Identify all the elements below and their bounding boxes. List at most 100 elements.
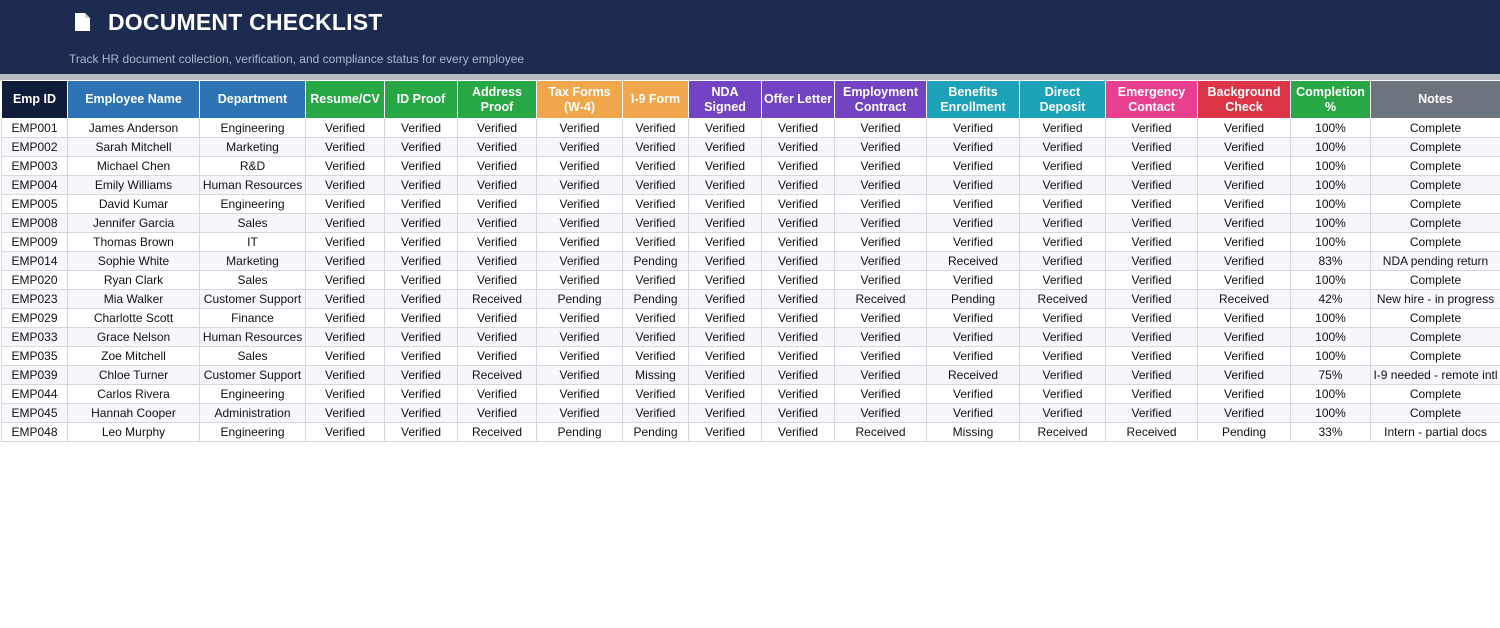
- table-cell[interactable]: Verified: [1105, 308, 1198, 328]
- table-cell[interactable]: Pending: [622, 251, 689, 271]
- table-cell[interactable]: Verified: [1019, 194, 1106, 214]
- table-cell[interactable]: Verified: [536, 270, 623, 290]
- table-cell[interactable]: Verified: [926, 384, 1020, 404]
- table-cell[interactable]: Received: [457, 422, 537, 442]
- table-cell[interactable]: EMP001: [1, 118, 68, 138]
- table-cell[interactable]: Verified: [457, 327, 537, 347]
- table-cell[interactable]: 42%: [1290, 289, 1371, 309]
- table-row[interactable]: EMP029 Charlotte Scott Finance Verified Veri…: [1, 308, 1500, 328]
- table-cell[interactable]: 100%: [1290, 137, 1371, 157]
- table-cell[interactable]: EMP033: [1, 327, 68, 347]
- table-cell[interactable]: Verified: [1019, 175, 1106, 195]
- table-cell[interactable]: Verified: [305, 346, 385, 366]
- table-cell[interactable]: Complete: [1370, 232, 1500, 252]
- table-cell[interactable]: Zoe Mitchell: [67, 346, 200, 366]
- table-cell[interactable]: Verified: [622, 327, 689, 347]
- table-cell[interactable]: Verified: [305, 270, 385, 290]
- table-cell[interactable]: Verified: [761, 194, 835, 214]
- table-cell[interactable]: Ryan Clark: [67, 270, 200, 290]
- table-cell[interactable]: Verified: [622, 346, 689, 366]
- table-cell[interactable]: Verified: [834, 156, 927, 176]
- column-header[interactable]: Employment Contract: [834, 80, 927, 119]
- table-cell[interactable]: Jennifer Garcia: [67, 213, 200, 233]
- column-header[interactable]: NDA Signed: [688, 80, 762, 119]
- table-cell[interactable]: Human Resources: [199, 175, 306, 195]
- table-cell[interactable]: Verified: [457, 137, 537, 157]
- table-cell[interactable]: Verified: [384, 194, 458, 214]
- table-cell[interactable]: Verified: [1105, 137, 1198, 157]
- table-cell[interactable]: Verified: [688, 118, 762, 138]
- table-cell[interactable]: Verified: [622, 213, 689, 233]
- table-cell[interactable]: Verified: [536, 156, 623, 176]
- table-cell[interactable]: Verified: [1197, 194, 1291, 214]
- column-header[interactable]: Emp ID: [1, 80, 68, 119]
- table-cell[interactable]: 100%: [1290, 327, 1371, 347]
- table-cell[interactable]: Verified: [761, 118, 835, 138]
- table-cell[interactable]: Verified: [457, 251, 537, 271]
- table-cell[interactable]: Complete: [1370, 137, 1500, 157]
- table-cell[interactable]: Verified: [1197, 346, 1291, 366]
- table-cell[interactable]: Verified: [926, 270, 1020, 290]
- table-cell[interactable]: Verified: [1019, 118, 1106, 138]
- table-cell[interactable]: Complete: [1370, 384, 1500, 404]
- table-cell[interactable]: Missing: [926, 422, 1020, 442]
- table-cell[interactable]: 100%: [1290, 194, 1371, 214]
- table-cell[interactable]: Verified: [834, 213, 927, 233]
- table-cell[interactable]: Verified: [536, 384, 623, 404]
- table-cell[interactable]: Verified: [761, 251, 835, 271]
- table-cell[interactable]: Verified: [926, 213, 1020, 233]
- table-row[interactable]: EMP014 Sophie White Marketing Verified Verif…: [1, 251, 1500, 271]
- column-header[interactable]: Address Proof: [457, 80, 537, 119]
- table-cell[interactable]: Verified: [384, 327, 458, 347]
- table-cell[interactable]: EMP009: [1, 232, 68, 252]
- table-cell[interactable]: EMP005: [1, 194, 68, 214]
- table-cell[interactable]: Verified: [761, 422, 835, 442]
- table-cell[interactable]: Verified: [761, 365, 835, 385]
- table-cell[interactable]: I-9 needed - remote intl: [1370, 365, 1500, 385]
- table-cell[interactable]: Verified: [536, 213, 623, 233]
- table-cell[interactable]: Verified: [305, 194, 385, 214]
- table-cell[interactable]: Finance: [199, 308, 306, 328]
- table-cell[interactable]: Verified: [384, 156, 458, 176]
- table-cell[interactable]: Verified: [384, 175, 458, 195]
- table-cell[interactable]: Verified: [1019, 403, 1106, 423]
- table-cell[interactable]: 75%: [1290, 365, 1371, 385]
- table-cell[interactable]: Verified: [1019, 308, 1106, 328]
- table-cell[interactable]: Verified: [1197, 384, 1291, 404]
- table-cell[interactable]: Verified: [834, 232, 927, 252]
- table-cell[interactable]: Verified: [1019, 365, 1106, 385]
- table-cell[interactable]: Verified: [1197, 327, 1291, 347]
- table-cell[interactable]: Verified: [384, 384, 458, 404]
- table-cell[interactable]: Charlotte Scott: [67, 308, 200, 328]
- table-cell[interactable]: Verified: [1197, 175, 1291, 195]
- table-cell[interactable]: Verified: [926, 327, 1020, 347]
- table-row[interactable]: EMP003 Michael Chen R&D Verified Verified Ver…: [1, 156, 1500, 176]
- table-cell[interactable]: Verified: [761, 270, 835, 290]
- table-cell[interactable]: Verified: [1105, 289, 1198, 309]
- table-cell[interactable]: Verified: [305, 289, 385, 309]
- table-cell[interactable]: Complete: [1370, 403, 1500, 423]
- table-cell[interactable]: Verified: [384, 137, 458, 157]
- table-cell[interactable]: EMP023: [1, 289, 68, 309]
- table-row[interactable]: EMP004 Emily Williams Human Resources Verif…: [1, 175, 1500, 195]
- table-row[interactable]: EMP008 Jennifer Garcia Sales Verified Verifi…: [1, 213, 1500, 233]
- table-cell[interactable]: Verified: [688, 403, 762, 423]
- table-cell[interactable]: Verified: [384, 365, 458, 385]
- table-cell[interactable]: Verified: [1019, 346, 1106, 366]
- table-cell[interactable]: Verified: [384, 118, 458, 138]
- table-cell[interactable]: Verified: [622, 384, 689, 404]
- table-cell[interactable]: Verified: [1105, 118, 1198, 138]
- table-cell[interactable]: Verified: [305, 175, 385, 195]
- table-cell[interactable]: Verified: [1019, 270, 1106, 290]
- table-cell[interactable]: Verified: [622, 118, 689, 138]
- table-cell[interactable]: Verified: [761, 232, 835, 252]
- table-cell[interactable]: NDA pending return: [1370, 251, 1500, 271]
- table-cell[interactable]: Marketing: [199, 251, 306, 271]
- table-cell[interactable]: IT: [199, 232, 306, 252]
- table-cell[interactable]: Verified: [1197, 365, 1291, 385]
- table-cell[interactable]: Engineering: [199, 194, 306, 214]
- table-cell[interactable]: 100%: [1290, 213, 1371, 233]
- table-cell[interactable]: Missing: [622, 365, 689, 385]
- table-cell[interactable]: Verified: [688, 422, 762, 442]
- table-cell[interactable]: Verified: [1105, 346, 1198, 366]
